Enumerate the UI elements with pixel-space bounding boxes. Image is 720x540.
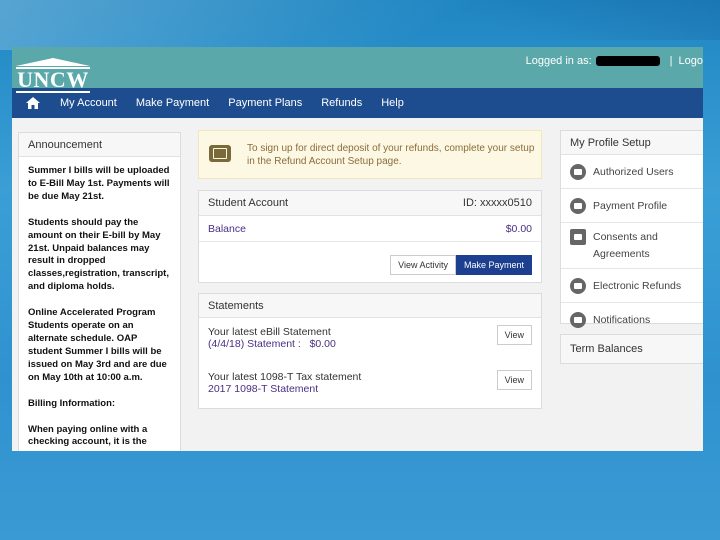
view-tax-button[interactable]: View — [496, 370, 532, 390]
balance-value: $0.00 — [505, 223, 532, 235]
nav-payment-plans[interactable]: Payment Plans — [228, 97, 302, 109]
student-account-panel: Student Account ID: xxxxx0510 Balance $0… — [198, 190, 542, 283]
announcement-panel: Announcement Summer I bills will be uplo… — [18, 132, 181, 451]
refund-setup-link[interactable]: Refund Account Setup — [274, 156, 374, 167]
view-ebill-button[interactable]: View — [496, 325, 532, 345]
site-header: UNCW Logged in as: | Logo — [12, 47, 703, 93]
logo-text: UNCW — [17, 67, 89, 92]
statements-panel: Statements Your latest eBill Statement (… — [198, 293, 542, 409]
profile-item-notifications[interactable]: Notifications — [561, 303, 703, 337]
ebill-statement-link[interactable]: Statement : — [247, 338, 301, 350]
slide-background-shade — [460, 0, 720, 40]
ebill-statement: Your latest eBill Statement (4/4/18) Sta… — [208, 326, 336, 350]
announcement-content: Summer I bills will be uploaded to E-Bil… — [19, 157, 180, 451]
nav-make-payment[interactable]: Make Payment — [136, 97, 209, 109]
money-icon — [209, 145, 231, 162]
student-account-title: Student Account — [208, 197, 289, 209]
home-icon[interactable] — [26, 97, 40, 109]
tax-statement: Your latest 1098-T Tax statement 2017 10… — [208, 371, 361, 395]
profile-setup-title: My Profile Setup — [561, 131, 703, 155]
announcement-paragraph: Summer I bills will be uploaded to E-Bil… — [28, 165, 170, 202]
credit-card-icon — [570, 197, 586, 214]
logout-link[interactable]: Logo — [679, 55, 703, 67]
alert-text: To sign up for direct deposit of your re… — [247, 143, 535, 167]
chat-icon — [570, 312, 586, 328]
balance-label: Balance — [208, 223, 246, 235]
logo-roof-icon — [16, 49, 90, 66]
announcement-paragraph: Online Accelerated Program Students oper… — [28, 307, 167, 383]
login-status: Logged in as: | Logo — [525, 55, 703, 67]
users-icon — [570, 163, 586, 180]
profile-setup-panel: My Profile Setup Authorized Users Paymen… — [560, 130, 703, 328]
document-icon — [570, 229, 586, 245]
browser-screenshot: UNCW Logged in as: | Logo My Account Make … — [12, 47, 703, 451]
profile-item-consents[interactable]: Consents and Agreements — [561, 223, 703, 269]
ebill-label: Your latest eBill Statement — [208, 326, 331, 338]
profile-item-payment-profile[interactable]: Payment Profile — [561, 189, 703, 223]
redacted-username — [595, 56, 660, 67]
page-body: Announcement Summer I bills will be uplo… — [12, 118, 703, 451]
announcement-paragraph: When paying online with a checking accou… — [28, 423, 148, 448]
student-id: ID: xxxxx0510 — [462, 197, 532, 209]
profile-item-electronic-refunds[interactable]: Electronic Refunds — [561, 269, 703, 303]
tax-statement-link[interactable]: 2017 1098-T Statement — [208, 383, 361, 395]
make-payment-button[interactable]: Make Payment — [455, 255, 532, 275]
profile-item-authorized-users[interactable]: Authorized Users — [561, 155, 703, 189]
nav-refunds[interactable]: Refunds — [321, 97, 362, 109]
announcement-paragraph: Billing Information: — [28, 397, 116, 409]
statements-title: Statements — [199, 294, 541, 318]
refund-icon — [570, 277, 586, 294]
logged-in-label: Logged in as: — [525, 55, 592, 67]
ebill-date: (4/4/18) — [208, 338, 245, 350]
uncw-logo[interactable]: UNCW — [14, 49, 92, 93]
ebill-amount: $0.00 — [309, 338, 336, 350]
tax-label: Your latest 1098-T Tax statement — [208, 371, 362, 383]
nav-my-account[interactable]: My Account — [60, 97, 117, 109]
view-activity-button[interactable]: View Activity — [390, 255, 456, 275]
announcement-paragraph: Students should pay the amount on their … — [28, 216, 169, 293]
main-nav: My Account Make Payment Payment Plans Re… — [12, 88, 703, 118]
term-balances-panel[interactable]: Term Balances — [560, 334, 703, 364]
term-balances-title: Term Balances — [561, 335, 703, 363]
refund-alert: To sign up for direct deposit of your re… — [198, 130, 542, 179]
announcement-title: Announcement — [19, 133, 180, 157]
nav-help[interactable]: Help — [381, 97, 404, 109]
